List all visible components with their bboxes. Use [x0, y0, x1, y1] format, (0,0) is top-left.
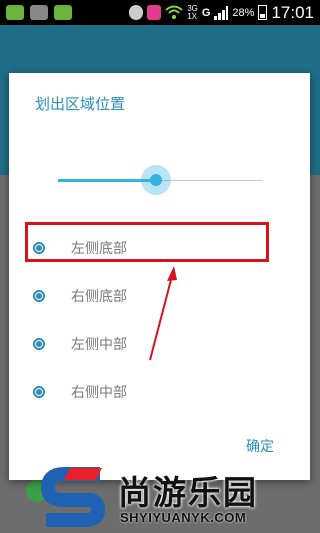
option-label: 左侧中部 — [71, 337, 127, 353]
wifi-icon — [165, 5, 183, 19]
radio-icon[interactable] — [33, 338, 45, 350]
signal-label: 3G 1X — [187, 3, 198, 21]
gallery-icon — [30, 5, 48, 20]
watermark-url: SHYIYUANYK.COM — [120, 510, 247, 525]
option-right-middle[interactable]: 右侧中部 — [9, 368, 310, 416]
clock: 17:01 — [271, 2, 314, 22]
option-right-bottom[interactable]: 右侧底部 — [9, 272, 310, 320]
slider-thumb[interactable] — [150, 174, 162, 186]
wechat-icon — [54, 5, 72, 20]
position-dialog: 划出区域位置 左侧底部 右侧底部 左侧中部 右侧中部 确定 — [9, 73, 310, 480]
alarm-icon — [129, 5, 144, 20]
watermark-name: 尚游乐园 — [118, 473, 258, 512]
option-label: 右侧中部 — [71, 385, 127, 401]
wechat-icon — [6, 5, 24, 20]
battery-percent: 28% — [232, 6, 255, 19]
option-left-middle[interactable]: 左侧中部 — [9, 320, 310, 368]
battery-icon — [258, 5, 268, 20]
signal-icon — [214, 5, 229, 20]
option-label: 右侧底部 — [71, 289, 127, 305]
watermark-logo-icon — [41, 467, 105, 527]
slider-track — [156, 180, 263, 181]
radio-icon[interactable] — [33, 290, 45, 302]
network-label: G — [201, 6, 211, 19]
watermark: 尚游乐园 SHYIYUANYK.COM — [40, 464, 310, 533]
ok-button[interactable]: 确定 — [246, 436, 274, 456]
size-slider[interactable] — [58, 165, 263, 195]
status-bar: 3G 1X G 28% 17:01 — [0, 0, 320, 25]
dialog-title: 划出区域位置 — [35, 95, 126, 113]
radio-icon[interactable] — [33, 386, 45, 398]
app-icon — [147, 5, 162, 20]
highlight-box — [25, 222, 269, 262]
